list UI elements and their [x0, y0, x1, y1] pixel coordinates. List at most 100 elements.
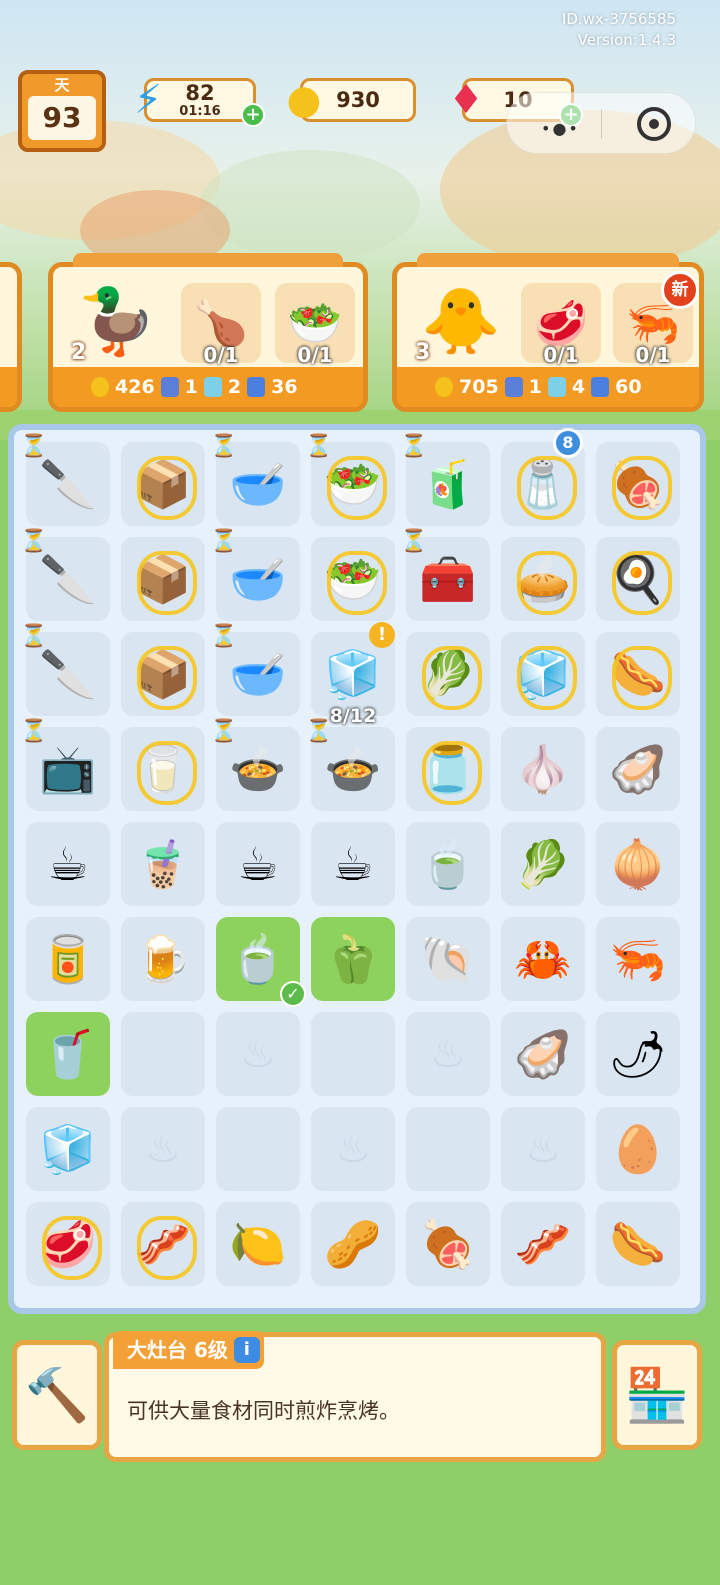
fridge-icon: 🧊 — [324, 646, 382, 701]
board-item-blue-fryer[interactable]: 📦 — [121, 442, 205, 526]
board-item-blue-oven[interactable]: 🧰 ⏳ — [400, 529, 490, 621]
order-card-partial[interactable] — [0, 262, 22, 412]
board-item-stock-pot[interactable]: 🍲 ⏳ 8/12 — [305, 705, 395, 811]
board-item-cleaver-station[interactable]: 🔪 ⏳ — [20, 529, 110, 621]
blue-fryer-icon: 📦 — [134, 551, 192, 606]
board-item-lettuce[interactable]: 🥬 — [501, 822, 585, 906]
order-progress: 0/1 — [543, 343, 579, 367]
board-item-green-mixer[interactable]: 🥣 ⏳ — [210, 529, 300, 621]
order-item-fruit-salad[interactable]: 🥗 0/1 — [275, 283, 355, 367]
board-empty-cell[interactable] — [121, 1012, 205, 1096]
board-item-sausage[interactable]: 🌭 — [596, 1202, 680, 1286]
board-item-crab[interactable]: 🦀 — [501, 917, 585, 1001]
board-item-fridge[interactable]: 🧊! — [311, 622, 395, 716]
add-energy-button[interactable]: + — [241, 103, 265, 127]
board-empty-cell[interactable] — [406, 1012, 490, 1096]
board-item-onion[interactable]: 🧅 — [596, 822, 680, 906]
board-item-water-can[interactable]: 🥤 — [26, 1012, 110, 1096]
salad-bowl-icon: 🥗 — [324, 551, 382, 606]
board-item-cola-can[interactable]: 🥫 — [26, 917, 110, 1001]
board-item-chili[interactable]: 🌶 — [596, 1012, 680, 1096]
board-item-latte[interactable]: ☕ — [216, 822, 300, 906]
board-item-meat-case[interactable]: 🥩 — [26, 1202, 110, 1286]
board-item-grill-tool[interactable]: 🍖 — [596, 442, 680, 526]
board-item-blue-fryer[interactable]: 📦 — [121, 632, 205, 716]
board-item-microwave[interactable]: 📺 ⏳ — [20, 719, 110, 811]
board-item-glass-cup[interactable]: 🥛 — [121, 727, 205, 811]
board-empty-cell[interactable] — [216, 1107, 300, 1191]
board-empty-cell[interactable] — [216, 1012, 300, 1096]
board-empty-cell[interactable] — [406, 1107, 490, 1191]
order-item-shrimp-dish[interactable]: 🦐 0/1 新 — [613, 271, 699, 367]
clam-icon: 🦪 — [514, 1026, 572, 1081]
board-item-ham-slices[interactable]: 🥓 — [501, 1202, 585, 1286]
board-item-frying-pan[interactable]: 🍳 — [596, 537, 680, 621]
board-item-espresso[interactable]: ☕ — [311, 822, 395, 906]
board-item-green-mixer[interactable]: 🥣 ⏳ — [210, 624, 300, 716]
close-target-icon[interactable] — [637, 107, 671, 141]
day-counter[interactable]: 天 93 — [18, 70, 106, 152]
sell-hammer-button[interactable]: 🔨 — [12, 1340, 102, 1450]
cell-progress-label: 8/12 — [329, 705, 377, 727]
board-item-spice-rack[interactable]: 🧂 8 — [501, 428, 585, 526]
board-item-tea-cup[interactable]: 🍵 ✓ — [216, 917, 306, 1007]
ruby-icon: ♦ — [448, 77, 484, 123]
coin-counter[interactable]: ● 930 — [287, 78, 416, 122]
cutting-board-station-icon: 🔪 — [39, 456, 97, 511]
customer-avatar[interactable]: 🦆 2 — [57, 271, 177, 371]
board-item-glass-box[interactable]: 🧊 — [501, 632, 585, 716]
board-item-sausage-plate[interactable]: 🌭 — [596, 632, 680, 716]
board-item-bacon-board[interactable]: 🥓 — [121, 1202, 205, 1286]
board-item-veggie-crate[interactable]: 🥬 — [406, 632, 490, 716]
board-item-pie[interactable]: 🥧 — [501, 537, 585, 621]
board-empty-cell[interactable] — [501, 1107, 585, 1191]
board-item-egg[interactable]: 🥚 — [596, 1107, 680, 1191]
board-item-glass-jar[interactable]: 🫙 — [406, 727, 490, 811]
miniprogram-capsule[interactable]: •●• — [506, 92, 696, 154]
board-item-beer[interactable]: 🍺 — [121, 917, 205, 1001]
board-item-clam[interactable]: 🦪 — [501, 1012, 585, 1096]
board-item-iced-coffee[interactable]: 🧋 — [121, 822, 205, 906]
board-item-green-mixer[interactable]: 🥣 ⏳ — [210, 434, 300, 526]
board-item-oyster[interactable]: 🦪 — [596, 727, 680, 811]
board-item-ice-cubes[interactable]: 🧊 — [26, 1107, 110, 1191]
spice-rack-icon: 🧂 — [514, 456, 572, 511]
merge-board: 🔪 ⏳ 📦 🥣 ⏳ 🥗 ⏳ 🧃 ⏳ 🧂 8 🍖 🔪 ⏳ 📦 🥣 ⏳ 🥗 🧰 ⏳ 🥧 🍳 🔪 ⏳ 📦 🥣 ⏳ 🧊! 🥬 🧊 🌭 📺 ⏳ 🥛 🍲 ⏳ 🍲 ⏳ 8… — [8, 424, 706, 1314]
item-description: 可供大量食材同时煎炸烹烤。 — [127, 1399, 400, 1423]
customer-avatar[interactable]: 🐥 3 — [401, 271, 521, 371]
checkmark-icon: ✓ — [280, 981, 306, 1007]
energy-counter[interactable]: ⚡ 82 01:16 + — [134, 77, 265, 127]
order-card-1[interactable]: 🦆 2 🍗 0/1 🥗 0/1 426 1 2 36 — [48, 253, 368, 412]
green-mixer-icon: 🥣 — [229, 646, 287, 701]
order-item-roast-chicken[interactable]: 🍗 0/1 — [181, 283, 261, 367]
shop-button[interactable]: 🏪 — [612, 1340, 702, 1450]
board-empty-cell[interactable] — [311, 1012, 395, 1096]
board-item-bell-pepper[interactable]: 🫑 — [311, 917, 395, 1001]
board-item-scallop[interactable]: 🐚 — [406, 917, 490, 1001]
info-icon[interactable]: i — [233, 1337, 260, 1363]
glass-jar-icon: 🫙 — [419, 741, 477, 796]
board-item-garlic[interactable]: 🧄 — [501, 727, 585, 811]
board-item-green-tea[interactable]: 🍵 — [406, 822, 490, 906]
board-item-knife-board[interactable]: 🔪 ⏳ — [20, 624, 110, 716]
board-empty-cell[interactable] — [311, 1107, 395, 1191]
board-item-lemon[interactable]: 🍋 — [216, 1202, 300, 1286]
board-item-blue-fryer[interactable]: 📦 — [121, 537, 205, 621]
hourglass-icon: ⏳ — [400, 434, 428, 459]
order-card-2[interactable]: 🐥 3 🥩 0/1 🦐 0/1 新 705 1 4 60 — [392, 253, 704, 412]
board-item-ham[interactable]: 🍖 — [406, 1202, 490, 1286]
board-item-soup-pot[interactable]: 🍲 ⏳ — [210, 719, 300, 811]
board-item-coffee-cup[interactable]: ☕ — [26, 822, 110, 906]
lightning-icon: ⚡ — [133, 77, 163, 123]
board-item-cutting-board-station[interactable]: 🔪 ⏳ — [20, 434, 110, 526]
board-empty-cell[interactable] — [121, 1107, 205, 1191]
more-menu-icon[interactable]: •●• — [541, 119, 580, 138]
board-item-shrimp[interactable]: 🦐 — [596, 917, 680, 1001]
card-icon — [160, 377, 179, 397]
order-item-steak-dish[interactable]: 🥩 0/1 — [521, 283, 601, 367]
board-item-juice-blender[interactable]: 🧃 ⏳ — [400, 434, 490, 526]
coin-value: 930 — [336, 88, 380, 112]
board-item-fruit-bowl[interactable]: 🥗 ⏳ — [305, 434, 395, 526]
board-item-salad-bowl[interactable]: 🥗 — [311, 537, 395, 621]
board-item-peanuts[interactable]: 🥜 — [311, 1202, 395, 1286]
